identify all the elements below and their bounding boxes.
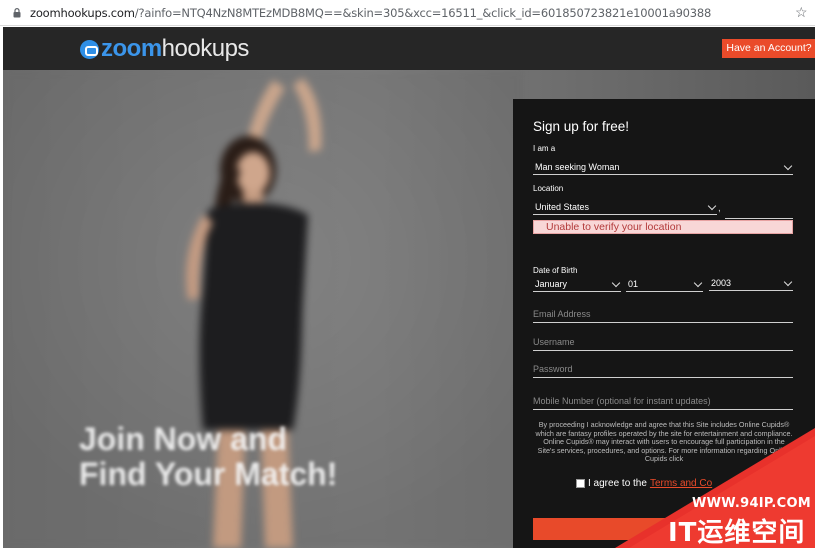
password-field[interactable]: Password xyxy=(533,363,793,378)
watermark-site: WWW.94IP.COM xyxy=(692,496,812,511)
dob-label: Date of Birth xyxy=(533,266,578,275)
country-value: United States xyxy=(535,202,590,212)
lock-icon xyxy=(13,8,21,18)
agree-checkbox[interactable] xyxy=(576,479,585,488)
address-bar[interactable]: zoomhookups.com/?ainfo=NTQ4NzN8MTEzMDB8M… xyxy=(0,0,815,26)
signup-title: Sign up for free! xyxy=(533,119,630,134)
dob-day-value: 01 xyxy=(628,279,639,289)
site-logo[interactable]: zoom hookups xyxy=(80,36,249,62)
seeking-value: Man seeking Woman xyxy=(535,162,620,172)
url-host: zoomhookups.com xyxy=(30,6,135,20)
mobile-field[interactable]: Mobile Number (optional for instant upda… xyxy=(533,395,793,410)
star-icon[interactable]: ☆ xyxy=(795,5,808,19)
chevron-down-icon xyxy=(611,278,621,288)
city-input[interactable] xyxy=(725,204,793,219)
email-field[interactable]: Email Address xyxy=(533,308,793,323)
chevron-down-icon xyxy=(783,277,793,287)
username-field[interactable]: Username xyxy=(533,336,793,351)
hero-headline: Join Now and Find Your Match! xyxy=(79,422,337,492)
chevron-down-icon xyxy=(707,201,717,211)
location-label: Location xyxy=(533,184,564,193)
logo-text-hookups: hookups xyxy=(161,35,250,62)
dob-year-select[interactable]: 2003 xyxy=(709,276,793,291)
hero-line-1: Join Now and xyxy=(79,421,287,457)
site-header: zoom hookups Have an Account? xyxy=(3,27,815,70)
have-account-button[interactable]: Have an Account? xyxy=(722,39,815,58)
watermark-name: IT运维空间 xyxy=(668,518,806,548)
hero-line-2: Find Your Match! xyxy=(79,456,338,492)
seeking-select[interactable]: Man seeking Woman xyxy=(533,160,793,175)
location-separator: , xyxy=(718,203,721,214)
chevron-down-icon xyxy=(783,161,793,171)
location-error: Unable to verify your location xyxy=(533,220,793,234)
browser-window: zoomhookups.com/?ainfo=NTQ4NzN8MTEzMDB8M… xyxy=(0,0,815,548)
chat-bubble-icon xyxy=(80,39,99,59)
iam-label: I am a xyxy=(533,144,556,153)
logo-text-zoom: zoom xyxy=(101,35,162,62)
url-path: /?ainfo=NTQ4NzN8MTEzMDB8MQ==&skin=305&xc… xyxy=(134,6,712,20)
dob-year-value: 2003 xyxy=(711,278,732,288)
url-text[interactable]: zoomhookups.com/?ainfo=NTQ4NzN8MTEzMDB8M… xyxy=(30,6,711,20)
dob-month-value: January xyxy=(535,279,568,289)
chevron-down-icon xyxy=(693,278,703,288)
dob-day-select[interactable]: 01 xyxy=(626,277,703,292)
dob-month-select[interactable]: January xyxy=(533,277,621,292)
country-select[interactable]: United States xyxy=(533,200,717,215)
